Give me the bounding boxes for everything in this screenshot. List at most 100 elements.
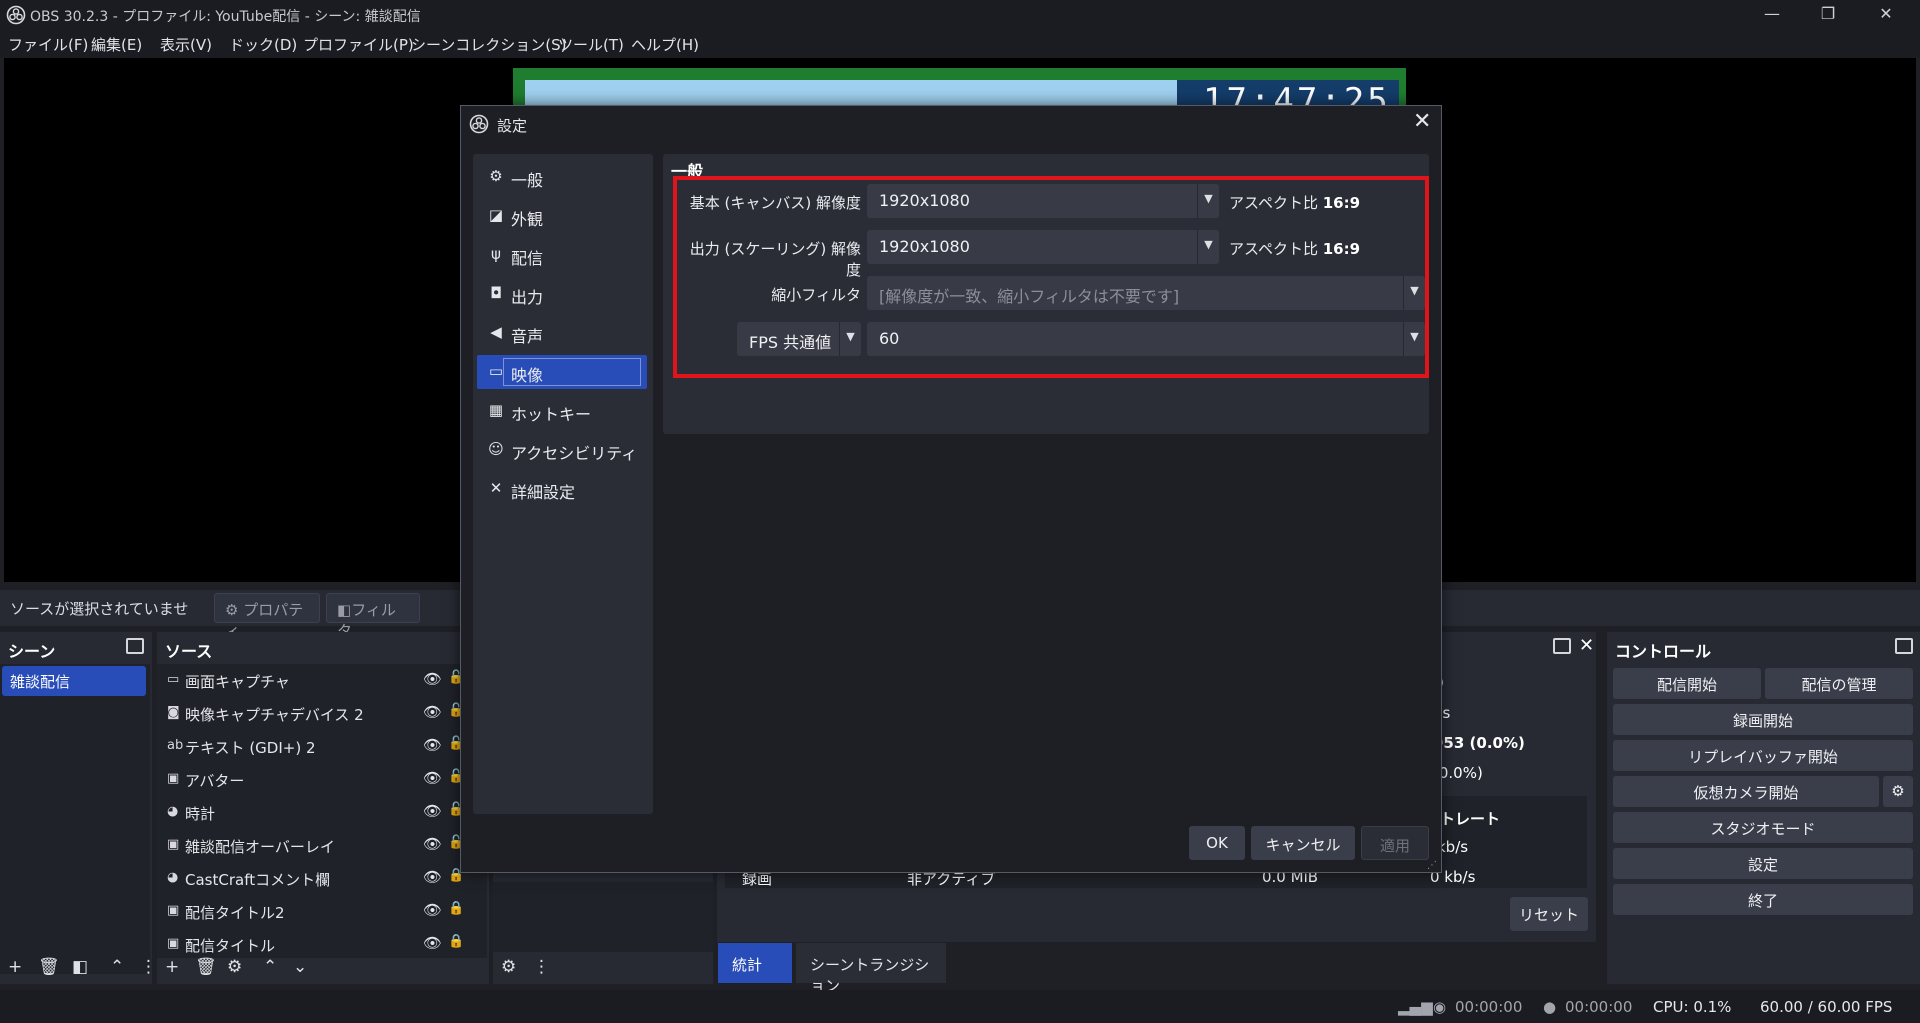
mixer-settings-icon[interactable]: ⚙ [501, 957, 516, 977]
sidebar-item-accessibility[interactable]: ☺ アクセシビリティ [477, 433, 647, 467]
visibility-icon[interactable]: 👁 [423, 802, 442, 820]
monitor-icon: ▭ [167, 672, 180, 687]
move-up-icon[interactable]: ⌃ [263, 957, 277, 977]
sidebar-item-appearance[interactable]: ◪ 外観 [477, 199, 647, 233]
tab-stats[interactable]: 統計 [718, 943, 792, 983]
settings-dialog: 設定 ✕ ⚙ 一般 ◪ 外観 ψ 配信 ◘ 出力 ◀ 音声 ▭ 映像 ▦ ホットキー ☺ アクセ… [460, 105, 1442, 873]
settings-button[interactable]: 設定 [1613, 848, 1913, 879]
visibility-icon[interactable]: 👁 [423, 736, 442, 754]
undock-icon[interactable] [126, 638, 144, 654]
add-source-icon[interactable]: + [165, 957, 179, 977]
sources-title: ソース [165, 642, 213, 661]
exit-button[interactable]: 終了 [1613, 884, 1913, 915]
visibility-icon[interactable]: 👁 [423, 670, 442, 688]
menu-tools[interactable]: ツール(T) [558, 34, 624, 55]
source-item[interactable]: ab テキスト (GDI+) 2 👁 🔓 [157, 730, 464, 763]
filters-button[interactable]: ◧フィルタ [326, 593, 420, 640]
sidebar-item-output[interactable]: ◘ 出力 [477, 277, 647, 311]
fps-value-combo[interactable]: 60 ▼ [867, 322, 1425, 356]
menu-file[interactable]: ファイル(F) [8, 34, 88, 55]
source-item[interactable]: ◕ 時計 👁 🔓 [157, 796, 464, 829]
ok-button[interactable]: OK [1189, 826, 1245, 860]
visibility-icon[interactable]: 👁 [423, 835, 442, 853]
dialog-close-button[interactable]: ✕ [1413, 109, 1431, 134]
start-recording-button[interactable]: 録画開始 [1613, 704, 1913, 735]
image-icon: ▣ [167, 903, 180, 918]
base-resolution-label: 基本 (キャンバス) 解像度 [689, 194, 861, 212]
move-down-icon[interactable]: ⌄ [293, 957, 307, 977]
image-icon: ▣ [167, 771, 180, 786]
image-icon: ▣ [167, 837, 180, 852]
source-item[interactable]: ◙ 映像キャプチャデバイス 2 👁 🔓 [157, 697, 464, 730]
source-item[interactable]: ◕ CastCraftコメント欄 👁 🔒 [157, 862, 464, 895]
no-source-label: ソースが選択されていませ [10, 600, 189, 618]
scene-filters-icon[interactable]: ◧ [72, 957, 88, 977]
menu-docks[interactable]: ドック(D) [229, 34, 297, 55]
tools-icon: ✕ [489, 479, 503, 497]
sidebar-item-audio[interactable]: ◀ 音声 [477, 316, 647, 350]
fps-type-combo[interactable]: FPS 共通値 ▼ [737, 322, 861, 356]
source-item[interactable]: ▭ 画面キャプチャ 👁 🔓 [157, 664, 464, 697]
start-replay-buffer-button[interactable]: リプレイバッファ開始 [1613, 740, 1913, 771]
menu-scene-collection[interactable]: シーンコレクション(S) [411, 34, 566, 55]
menu-help[interactable]: ヘルプ(H) [631, 34, 699, 55]
studio-mode-button[interactable]: スタジオモード [1613, 812, 1913, 843]
dialog-title: 設定 [497, 117, 528, 135]
minimize-button[interactable]: — [1760, 4, 1784, 26]
properties-button[interactable]: ⚙ プロパティ [214, 593, 320, 640]
chevron-down-icon: ▼ [1197, 184, 1219, 218]
lock-icon[interactable]: 🔒 [448, 934, 464, 949]
tab-scene-transitions[interactable]: シーントランジション [796, 943, 946, 995]
move-up-icon[interactable]: ⌃ [110, 957, 124, 977]
visibility-icon[interactable]: 👁 [423, 703, 442, 721]
sidebar-item-stream[interactable]: ψ 配信 [477, 238, 647, 272]
source-item[interactable]: ▣ 配信タイトル 👁 🔒 [157, 928, 464, 958]
restore-button[interactable]: ❐ [1816, 4, 1840, 26]
title-bar: OBS 30.2.3 - プロファイル: YouTube配信 - シーン: 雑談… [0, 0, 1920, 30]
close-dock-icon[interactable]: ✕ [1579, 635, 1594, 656]
source-item[interactable]: ▣ アバター 👁 🔓 [157, 763, 464, 796]
add-scene-icon[interactable]: + [8, 957, 22, 977]
remove-source-icon[interactable]: 🗑 [195, 957, 217, 977]
sidebar-item-hotkeys[interactable]: ▦ ホットキー [477, 394, 647, 428]
undock-icon[interactable] [1553, 638, 1571, 654]
source-item[interactable]: ▣ 配信タイトル2 👁 🔒 [157, 895, 464, 928]
start-virtual-camera-button[interactable]: 仮想カメラ開始 [1613, 776, 1879, 807]
antenna-icon: ψ [491, 245, 501, 263]
sidebar-item-video[interactable]: ▭ 映像 [477, 355, 647, 389]
downscale-filter-combo[interactable]: [解像度が一致、縮小フィルタは不要です] ▼ [867, 276, 1425, 310]
start-streaming-button[interactable]: 配信開始 [1613, 668, 1761, 699]
reset-button[interactable]: リセット [1510, 897, 1588, 931]
cpu-usage: CPU: 0.1% [1653, 998, 1732, 1016]
lock-icon[interactable]: 🔒 [448, 901, 464, 916]
more-icon[interactable]: ⋮ [140, 957, 157, 977]
stats-value: 953 (0.0%) [1433, 734, 1525, 752]
visibility-icon[interactable]: 👁 [423, 769, 442, 787]
menu-profile[interactable]: プロファイル(P) [303, 34, 414, 55]
visibility-icon[interactable]: 👁 [423, 868, 442, 886]
sidebar-item-general[interactable]: ⚙ 一般 [477, 160, 647, 194]
sidebar-item-advanced[interactable]: ✕ 詳細設定 [477, 472, 647, 506]
undock-icon[interactable] [1895, 638, 1913, 654]
more-icon[interactable]: ⋮ [533, 957, 550, 977]
base-resolution-combo[interactable]: 1920x1080 ▼ [867, 184, 1219, 218]
controls-title: コントロール [1615, 642, 1712, 661]
close-window-button[interactable]: ✕ [1874, 4, 1898, 26]
manage-broadcast-button[interactable]: 配信の管理 [1765, 668, 1913, 699]
output-resolution-label: 出力 (スケーリング) 解像度 [689, 240, 861, 279]
visibility-icon[interactable]: 👁 [423, 934, 442, 952]
visibility-icon[interactable]: 👁 [423, 901, 442, 919]
window-title: OBS 30.2.3 - プロファイル: YouTube配信 - シーン: 雑談… [30, 9, 421, 25]
source-properties-icon[interactable]: ⚙ [227, 957, 242, 977]
source-item[interactable]: ▣ 雑談配信オーバーレイ 👁 🔓 [157, 829, 464, 862]
output-resolution-combo[interactable]: 1920x1080 ▼ [867, 230, 1219, 264]
resize-grip-icon[interactable]: ⋰ [1427, 860, 1437, 871]
scene-item[interactable]: 雑談配信 [2, 666, 146, 696]
virtual-camera-settings-button[interactable]: ⚙ [1883, 776, 1913, 807]
menu-view[interactable]: 表示(V) [160, 34, 212, 55]
apply-button[interactable]: 適用 [1361, 826, 1429, 860]
menu-edit[interactable]: 編集(E) [91, 34, 142, 55]
speaker-icon: ◀ [490, 323, 502, 341]
cancel-button[interactable]: キャンセル [1251, 826, 1355, 860]
remove-scene-icon[interactable]: 🗑 [38, 957, 60, 977]
